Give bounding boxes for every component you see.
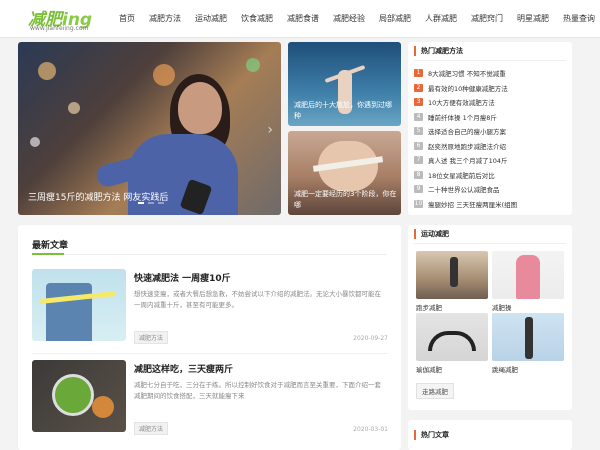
nav-item-groups[interactable]: 人群减肥 (418, 0, 464, 38)
nav-item-diet[interactable]: 饮食减肥 (234, 0, 280, 38)
sport-tag[interactable]: 走路减肥 (416, 383, 454, 399)
site-header: 减肥ing www.jianfeiing.com 首页 减肥方法 运动减肥 饮食… (0, 0, 600, 38)
thumb-caption: 减肥后的十大尴尬，你遇到过哪种 (294, 101, 392, 120)
sport-caption[interactable]: 跑步减肥 (416, 302, 442, 312)
sport-caption[interactable]: 瑜伽减肥 (416, 364, 442, 374)
article-item[interactable]: 减肥这样吃，三天瘦两斤 减肥七分自于吃，三分在于练。所以控制好饮食对于减肥而言至… (32, 360, 388, 440)
sport-caption[interactable]: 跳绳减肥 (492, 364, 518, 374)
list-item[interactable]: 8 18位女星减肥前后对比 (414, 168, 570, 183)
list-item[interactable]: 1 8大减肥习惯 不知不觉减重 (414, 66, 570, 81)
sport-thumb[interactable] (416, 251, 488, 299)
nav-item-celebrity[interactable]: 明星减肥 (510, 0, 556, 38)
nav-item-sport[interactable]: 运动减肥 (188, 0, 234, 38)
article-image[interactable] (32, 269, 126, 341)
hot-articles-panel: 热门文章 (408, 420, 572, 450)
list-item[interactable]: 10 瘦腿妙招 三天狂瘦两厘米(组图 (414, 197, 570, 212)
thumb-caption: 减肥一定要经历的3个阶段，你在哪 (294, 190, 397, 209)
article-tag[interactable]: 减肥方法 (134, 422, 169, 435)
article-image[interactable] (32, 360, 126, 432)
list-item[interactable]: 9 二十种世界公认减肥食品 (414, 182, 570, 197)
nav-item-methods[interactable]: 减肥方法 (142, 0, 188, 38)
feature-thumb[interactable]: 减肥一定要经历的3个阶段，你在哪 (288, 131, 401, 215)
article-tag[interactable]: 减肥方法 (134, 331, 169, 344)
list-item[interactable]: 3 10大方便有效减肥方法 (414, 95, 570, 110)
nav-item-experience[interactable]: 减肥经验 (326, 0, 372, 38)
list-item[interactable]: 2 最有效的10种健康减肥方法 (414, 81, 570, 96)
section-title: 最新文章 (32, 241, 69, 251)
article-desc: 想快速变瘦，或者大餐后想急救，不妨尝试以下介绍的减肥法。无论大小暴饮都可能在一周… (134, 290, 381, 309)
slider-dots[interactable] (138, 202, 164, 204)
article-date: 2020-09-27 (353, 335, 388, 342)
sport-panel: 运动减肥 跑步减肥 减肥操 瑜伽减肥 跳绳减肥 走路减肥 (408, 225, 572, 410)
list-item[interactable]: 5 选择适合自己的瘦小腿方案 (414, 124, 570, 139)
nav-item-home[interactable]: 首页 (112, 0, 142, 38)
nav-item-local[interactable]: 局部减肥 (372, 0, 418, 38)
nav-item-recipes[interactable]: 减肥食谱 (280, 0, 326, 38)
article-title[interactable]: 快速减肥法 一周瘦10斤 (134, 271, 231, 284)
main-nav: 首页 减肥方法 运动减肥 饮食减肥 减肥食谱 减肥经验 局部减肥 人群减肥 减肥… (112, 0, 600, 38)
article-date: 2020-03-01 (353, 426, 388, 433)
article-desc: 减肥七分自于吃，三分在于练。所以控制好饮食对于减肥而言至关重要，下面介绍一套减肥… (134, 381, 381, 400)
nav-item-calories[interactable]: 热量查询 (556, 0, 600, 38)
hero-slider[interactable]: › 三周瘦15斤的减肥方法 网友实践后 (18, 42, 281, 215)
list-item[interactable]: 7 真人述 我三个月减了104斤 (414, 153, 570, 168)
list-item[interactable]: 4 睡前纤体操 1个月瘦8斤 (414, 110, 570, 125)
hot-list: 1 8大减肥习惯 不知不觉减重 2 最有效的10种健康减肥方法 3 10大方便有效减肥… (414, 66, 570, 211)
panel-title: 热门减肥方法 (414, 46, 463, 56)
panel-title: 热门文章 (414, 430, 449, 440)
logo-url: www.jianfeiing.com (30, 25, 89, 32)
article-item[interactable]: 快速减肥法 一周瘦10斤 想快速变瘦，或者大餐后想急救，不妨尝试以下介绍的减肥法… (32, 269, 388, 354)
chevron-right-icon[interactable]: › (267, 122, 273, 138)
site-logo[interactable]: 减肥ing www.jianfeiing.com (28, 5, 108, 35)
panel-title: 运动减肥 (414, 229, 449, 239)
sport-thumb[interactable] (492, 313, 564, 361)
latest-articles: 最新文章 快速减肥法 一周瘦10斤 想快速变瘦，或者大餐后想急救，不妨尝试以下介… (18, 225, 401, 450)
hero-image (38, 62, 56, 80)
hot-methods-panel: 热门减肥方法 1 8大减肥习惯 不知不觉减重 2 最有效的10种健康减肥方法 3 10… (408, 42, 572, 215)
sport-thumb[interactable] (492, 251, 564, 299)
sport-thumb[interactable] (416, 313, 488, 361)
sport-caption[interactable]: 减肥操 (492, 302, 512, 312)
list-item[interactable]: 6 赵奕然原地跑步减肥法介绍 (414, 139, 570, 154)
nav-item-tips[interactable]: 减肥窍门 (464, 0, 510, 38)
article-title[interactable]: 减肥这样吃，三天瘦两斤 (134, 362, 233, 375)
feature-thumb[interactable]: 减肥后的十大尴尬，你遇到过哪种 (288, 42, 401, 126)
